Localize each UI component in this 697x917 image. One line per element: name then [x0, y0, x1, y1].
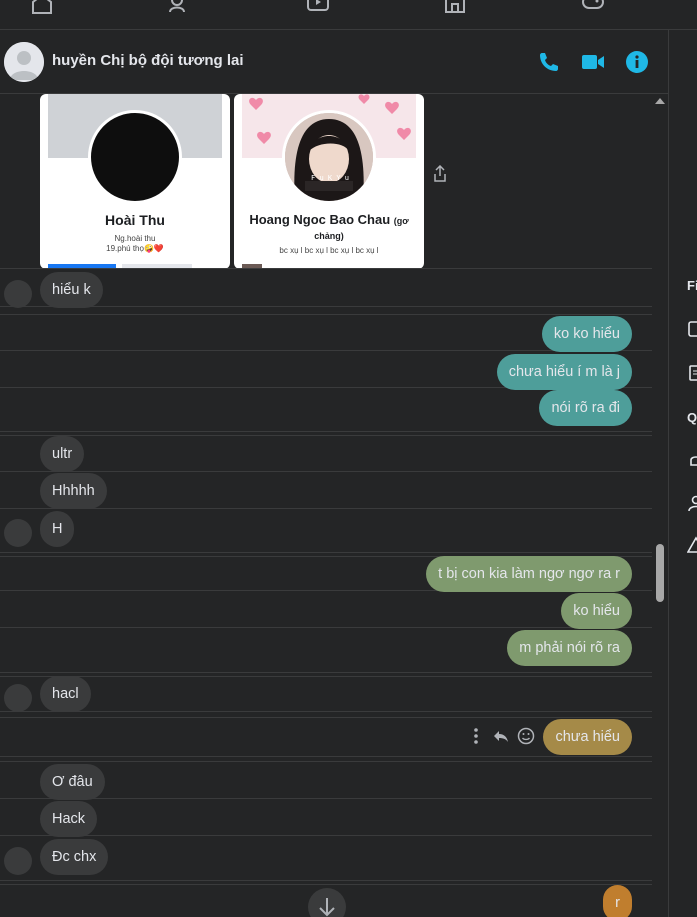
profile-name: Hoài Thu [105, 212, 165, 228]
message-divider [0, 314, 652, 315]
marketplace-icon[interactable] [443, 0, 467, 14]
message-bubble-incoming[interactable]: Hhhhh [40, 473, 107, 509]
sender-avatar[interactable] [4, 280, 32, 308]
bell-icon[interactable] [687, 452, 697, 470]
message-divider [0, 431, 652, 432]
message-bubble-outgoing[interactable]: m phải nói rõ ra [507, 630, 632, 666]
share-icon[interactable] [433, 165, 447, 183]
message-bubble-incoming[interactable]: Ơ đâu [40, 764, 105, 800]
message-bubble-incoming[interactable]: Hack [40, 801, 98, 837]
profile-sub: bc xụ l bc xụ l bc xụ l bc xụ l [279, 246, 379, 255]
photo-caption: F u K Y u [311, 174, 349, 182]
profile-photo [88, 110, 182, 204]
home-icon[interactable] [30, 0, 54, 14]
top-nav [0, 0, 697, 30]
file-icon[interactable] [687, 364, 697, 382]
message-divider [0, 508, 652, 509]
message-bubble-incoming[interactable]: hiểu k [40, 272, 103, 308]
message-divider [0, 435, 652, 436]
sender-avatar[interactable] [4, 847, 32, 875]
sender-avatar[interactable] [4, 519, 32, 547]
profile-photo [282, 110, 376, 204]
gaming-icon[interactable] [581, 0, 605, 14]
profile-sub: Ng.hoài thu [114, 234, 156, 243]
watch-icon[interactable] [306, 0, 330, 14]
info-icon[interactable] [625, 50, 649, 74]
message-divider [0, 306, 652, 307]
video-camera-icon[interactable] [581, 50, 605, 74]
contact-name[interactable]: huyền Chị bộ đội tương lai [52, 52, 244, 69]
message-list[interactable]: Hoài Thu Ng.hoài thu 19.phú thọ🤪❤️ F u K… [0, 94, 652, 917]
chat-header: huyền Chị bộ đội tương lai [0, 30, 668, 94]
message-divider [0, 798, 652, 799]
message-bubble-outgoing[interactable]: chưa hiểu í m là j [496, 354, 632, 390]
message-bubble-incoming[interactable]: H [40, 511, 75, 547]
sender-avatar[interactable] [4, 684, 32, 712]
message-bubble-outgoing[interactable]: ko ko hiểu [541, 316, 632, 352]
message-bubble-outgoing[interactable]: nói rõ ra đi [539, 390, 632, 426]
message-divider [0, 268, 652, 269]
chat-scrollbar[interactable] [652, 94, 668, 917]
emoji-icon[interactable] [517, 727, 535, 745]
message-divider [0, 884, 652, 885]
profile-name: Hoang Ngoc Bao Chau (gơ chảng) [249, 212, 409, 241]
portrait-photo [285, 113, 373, 201]
message-actions [472, 726, 542, 746]
message-divider [0, 471, 652, 472]
right-panel-label-2: Q [687, 410, 697, 425]
message-bubble-outgoing[interactable]: r [603, 885, 632, 917]
message-bubble-outgoing[interactable]: t bị con kia làm ngơ ngơ ra r [426, 556, 632, 592]
message-bubble-incoming[interactable]: Đc chx [40, 839, 109, 875]
message-divider [0, 711, 652, 712]
message-divider [0, 717, 652, 718]
message-divider [0, 756, 652, 757]
message-bubble-outgoing[interactable]: chưa hiểu [543, 719, 632, 755]
scroll-to-bottom-button[interactable] [308, 888, 346, 917]
right-panel-label-1: Fi [687, 278, 697, 293]
message-divider [0, 835, 652, 836]
friends-icon[interactable] [168, 0, 192, 14]
message-bubble-outgoing[interactable]: ko hiểu [561, 593, 632, 629]
photo-icon[interactable] [687, 320, 697, 338]
phone-icon[interactable] [537, 50, 561, 74]
more-icon[interactable] [472, 727, 480, 745]
message-divider [0, 676, 652, 677]
shared-profile-card[interactable]: F u K Y u Hoang Ngoc Bao Chau (gơ chảng)… [234, 94, 424, 269]
scroll-thumb[interactable] [656, 544, 664, 602]
shared-profile-card[interactable]: Hoài Thu Ng.hoài thu 19.phú thọ🤪❤️ [40, 94, 230, 269]
message-bubble-incoming[interactable]: ultr [40, 436, 85, 472]
message-divider [0, 627, 652, 628]
message-divider [0, 761, 652, 762]
contact-avatar[interactable] [4, 42, 44, 82]
person-icon[interactable] [687, 494, 697, 512]
default-avatar-icon [4, 42, 44, 82]
message-divider [0, 880, 652, 881]
scroll-up-arrow-icon[interactable] [655, 98, 665, 104]
message-divider [0, 672, 652, 673]
message-divider [0, 552, 652, 553]
right-panel: Fi Q [668, 30, 697, 917]
message-bubble-incoming[interactable]: hacl [40, 676, 91, 712]
arrow-down-icon [319, 898, 335, 917]
profile-sub-2: 19.phú thọ🤪❤️ [106, 244, 164, 253]
reply-icon[interactable] [492, 727, 510, 745]
warning-icon[interactable] [687, 536, 697, 554]
